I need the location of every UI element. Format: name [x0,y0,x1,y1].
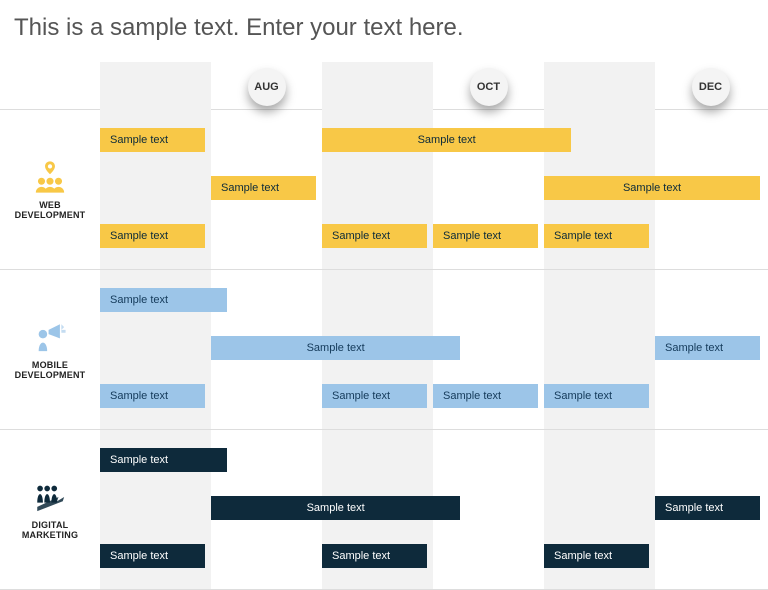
lane-mobile-dev: MOBILEDEVELOPMENTSample textSample textS… [0,270,768,430]
people-arrow-icon [33,480,67,514]
month-dec: DEC [692,68,730,106]
lane-digital-mkt: DIGITALMARKETINGSample textSample textSa… [0,430,768,590]
task-bar: Sample text [544,384,649,408]
task-bar: Sample text [100,384,205,408]
task-bar: Sample text [100,128,205,152]
megaphone-icon [33,320,67,354]
task-bar: Sample text [544,224,649,248]
page-title: This is a sample text. Enter your text h… [0,0,768,62]
task-bar: Sample text [100,224,205,248]
task-bar: Sample text [322,384,427,408]
task-bar: Sample text [433,224,538,248]
lane-label-digital-mkt: DIGITALMARKETING [0,430,100,589]
task-bar: Sample text [322,544,427,568]
task-bar: Sample text [211,336,460,360]
roadmap-chart: JULAUGSEPOCTNOVDEC WEBDEVELOPMENTSample … [0,62,768,590]
lane-label-mobile-dev: MOBILEDEVELOPMENT [0,270,100,429]
task-bar: Sample text [544,544,649,568]
task-bar: Sample text [544,176,760,200]
lanes-container: WEBDEVELOPMENTSample textSample textSamp… [0,110,768,590]
lane-label-line: DEVELOPMENT [15,370,86,380]
task-bar: Sample text [100,288,227,312]
month-aug: AUG [248,68,286,106]
lane-label-line: MARKETING [22,530,78,540]
task-bar: Sample text [655,496,760,520]
task-bar: Sample text [211,176,316,200]
lane-label-line: WEB [39,200,61,210]
task-bar: Sample text [322,224,427,248]
task-bar: Sample text [211,496,460,520]
lane-label-line: DIGITAL [32,520,69,530]
lane-web-dev: WEBDEVELOPMENTSample textSample textSamp… [0,110,768,270]
task-bar: Sample text [433,384,538,408]
task-bar: Sample text [655,336,760,360]
location-group-icon [33,160,67,194]
lane-label-line: MOBILE [32,360,68,370]
lane-label-line: DEVELOPMENT [15,210,86,220]
month-oct: OCT [470,68,508,106]
task-bar: Sample text [100,448,227,472]
task-bar: Sample text [322,128,571,152]
task-bar: Sample text [100,544,205,568]
lane-label-web-dev: WEBDEVELOPMENT [0,110,100,269]
